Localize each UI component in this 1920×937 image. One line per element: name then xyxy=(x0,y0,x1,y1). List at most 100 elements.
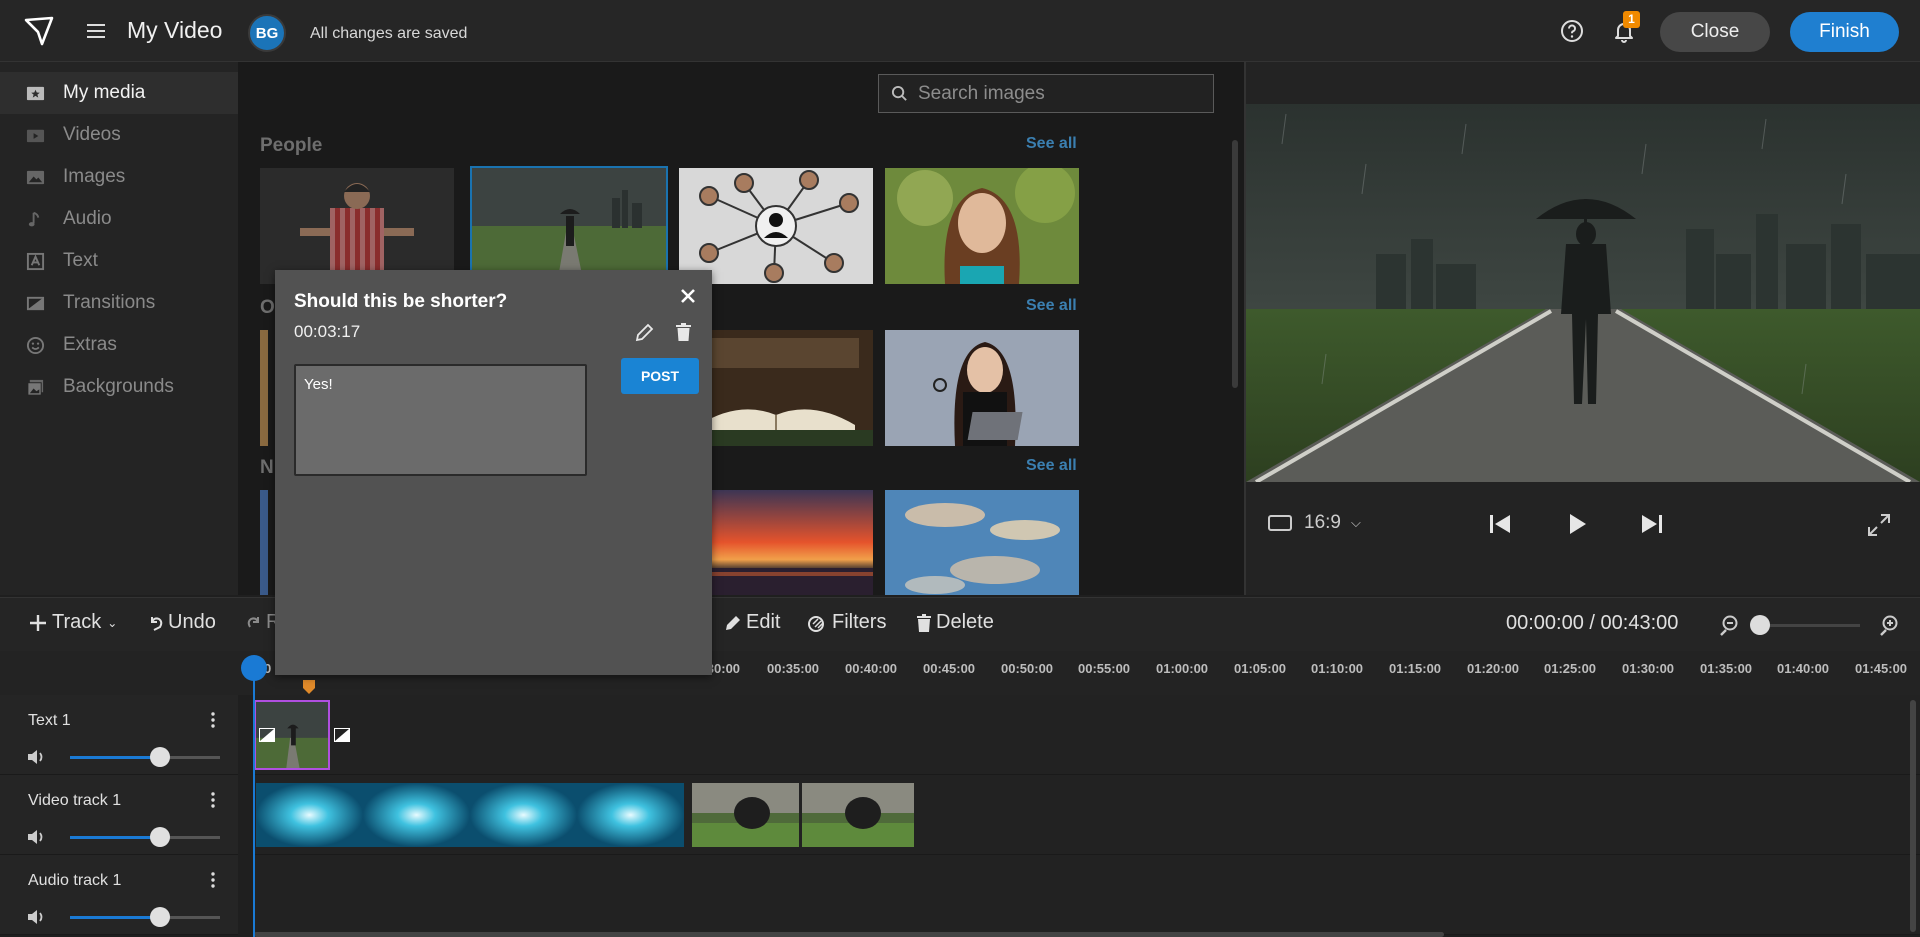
plus-icon xyxy=(30,614,46,631)
zoom-out-icon[interactable] xyxy=(1718,614,1740,636)
track-lane-text-1[interactable] xyxy=(254,695,1920,775)
top-bar: My Video BG All changes are saved 1 Clos… xyxy=(0,0,1920,62)
transition-icon[interactable] xyxy=(334,728,350,742)
volume-icon[interactable] xyxy=(26,748,46,766)
filters-label: Filters xyxy=(832,611,887,633)
ruler-label: 00:35:00 xyxy=(767,661,820,676)
video-clip-gorilla[interactable] xyxy=(692,783,914,847)
sidebar-item-label: Backgrounds xyxy=(63,376,174,397)
timeline-horizontal-scrollbar[interactable] xyxy=(254,932,1444,937)
skip-back-icon[interactable] xyxy=(1486,510,1514,538)
track-lane-video-1[interactable] xyxy=(254,775,1920,855)
help-icon[interactable] xyxy=(1560,19,1584,43)
media-thumb-sky-reflection[interactable] xyxy=(885,490,1079,595)
media-scrollbar[interactable] xyxy=(1232,140,1238,388)
media-thumb-woman-laptop[interactable] xyxy=(885,330,1079,446)
track-name[interactable]: Video track 1 xyxy=(28,792,121,810)
comment-timestamp: 00:03:17 xyxy=(294,322,361,341)
zoom-in-icon[interactable] xyxy=(1878,614,1900,636)
volume-icon[interactable] xyxy=(26,908,46,926)
volume-slider-handle[interactable] xyxy=(150,827,170,847)
sidebar-item-extras[interactable]: Extras xyxy=(0,324,238,366)
search-input[interactable] xyxy=(918,82,1198,105)
sidebar-item-label: Videos xyxy=(63,124,121,145)
aspect-ratio-select[interactable]: 16:9 ⌵ xyxy=(1268,512,1361,534)
sidebar-item-text[interactable]: Text xyxy=(0,240,238,282)
notification-badge: 1 xyxy=(1623,11,1640,28)
track-header-text-1: Text 1 xyxy=(0,695,238,775)
volume-slider[interactable] xyxy=(70,836,220,839)
ruler-label: 01:15:00 xyxy=(1389,661,1442,676)
post-button[interactable]: POST xyxy=(621,358,699,394)
ruler-label: 01:25:00 xyxy=(1544,661,1597,676)
fullscreen-icon[interactable] xyxy=(1866,512,1892,538)
close-button[interactable]: Close xyxy=(1660,12,1770,52)
video-clip-blue-light[interactable] xyxy=(256,783,684,847)
avatar[interactable]: BG xyxy=(248,14,286,52)
see-all-link[interactable]: See all xyxy=(1026,457,1077,475)
sidebar-item-transitions[interactable]: Transitions xyxy=(0,282,238,324)
track-name[interactable]: Text 1 xyxy=(28,712,71,730)
playhead-handle[interactable] xyxy=(241,655,267,681)
filters-button[interactable]: Filters xyxy=(808,611,886,634)
preview-video[interactable] xyxy=(1246,104,1920,482)
menu-icon[interactable] xyxy=(87,20,105,42)
trash-icon[interactable] xyxy=(675,322,692,342)
media-thumb-partial[interactable] xyxy=(260,330,268,446)
pencil-icon[interactable] xyxy=(635,322,655,342)
backgrounds-icon xyxy=(27,379,44,396)
transition-icon[interactable] xyxy=(259,728,275,742)
add-track-button[interactable]: Track ⌄ xyxy=(28,611,117,634)
more-vertical-icon[interactable] xyxy=(210,711,216,729)
sidebar-item-label: Images xyxy=(63,166,126,187)
search-icon xyxy=(891,85,907,101)
delete-label: Delete xyxy=(936,611,994,633)
track-lane-audio-1[interactable] xyxy=(254,855,1920,935)
image-icon xyxy=(26,170,45,184)
ruler-label: 01:35:00 xyxy=(1700,661,1753,676)
edit-button[interactable]: Edit xyxy=(724,611,780,634)
ruler-label: 00:45:00 xyxy=(923,661,976,676)
media-thumb-network[interactable] xyxy=(679,168,873,284)
skip-forward-icon[interactable] xyxy=(1638,510,1666,538)
volume-slider-handle[interactable] xyxy=(150,747,170,767)
sidebar-item-videos[interactable]: Videos xyxy=(0,114,238,156)
volume-icon[interactable] xyxy=(26,828,46,846)
logo-icon[interactable] xyxy=(24,16,54,46)
media-thumb-smiling-woman[interactable] xyxy=(885,168,1079,284)
zoom-slider-handle[interactable] xyxy=(1750,615,1770,635)
more-vertical-icon[interactable] xyxy=(210,791,216,809)
sidebar-item-my-media[interactable]: My media xyxy=(0,72,238,114)
media-thumb-partial[interactable] xyxy=(260,490,268,595)
sidebar-item-audio[interactable]: Audio xyxy=(0,198,238,240)
volume-slider[interactable] xyxy=(70,756,220,759)
see-all-link[interactable]: See all xyxy=(1026,135,1077,153)
playhead-line[interactable] xyxy=(253,680,255,937)
undo-button[interactable]: Undo xyxy=(148,611,216,634)
section-title-3: N xyxy=(260,457,274,478)
edit-label: Edit xyxy=(746,611,781,633)
volume-slider-handle[interactable] xyxy=(150,907,170,927)
ruler-label: 00:55:00 xyxy=(1078,661,1131,676)
media-thumb-man-umbrella[interactable] xyxy=(470,166,668,286)
sidebar-item-backgrounds[interactable]: Backgrounds xyxy=(0,366,238,408)
comment-text-field[interactable]: Yes! xyxy=(294,364,587,476)
project-title[interactable]: My Video xyxy=(127,17,222,44)
redo-icon xyxy=(247,616,259,628)
see-all-link[interactable]: See all xyxy=(1026,297,1077,315)
close-icon[interactable] xyxy=(680,288,696,304)
zoom-slider-track[interactable] xyxy=(1758,624,1860,627)
delete-button[interactable]: Delete xyxy=(916,611,994,634)
play-icon[interactable] xyxy=(1563,510,1591,538)
comment-marker-icon[interactable] xyxy=(303,680,315,694)
timeline-vertical-scrollbar[interactable] xyxy=(1910,700,1916,932)
more-vertical-icon[interactable] xyxy=(210,871,216,889)
chevron-down-icon: ⌵ xyxy=(1350,515,1361,530)
volume-slider[interactable] xyxy=(70,916,220,919)
music-note-icon xyxy=(28,211,40,226)
track-name[interactable]: Audio track 1 xyxy=(28,872,121,890)
media-thumb-man-shrugging[interactable] xyxy=(260,168,454,284)
finish-button[interactable]: Finish xyxy=(1790,12,1899,52)
sidebar-item-images[interactable]: Images xyxy=(0,156,238,198)
search-box[interactable] xyxy=(878,74,1214,113)
